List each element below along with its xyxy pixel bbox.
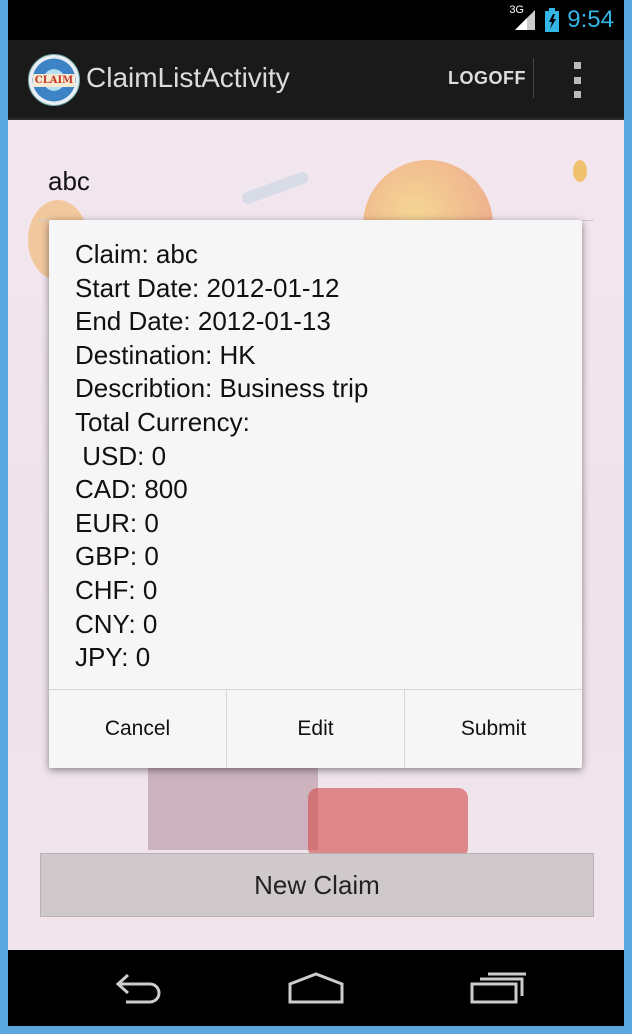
navigation-bar [8,950,624,1026]
dialog-line-destination: Destination: HK [75,339,256,370]
activity-title: ClaimListActivity [86,62,290,93]
action-bar-divider [533,58,534,98]
dialog-body: Claim: abc Start Date: 2012-01-12 End Da… [75,238,572,675]
background-balloon-tiny [573,160,587,182]
background-bus [308,788,468,858]
signal-icon [515,10,536,30]
edit-button[interactable]: Edit [227,690,405,768]
battery-icon [545,8,560,32]
background-plane [240,170,310,206]
dialog-line-jpy: JPY: 0 [75,642,151,673]
submit-button[interactable]: Submit [405,690,582,768]
clock: 9:54 [567,6,614,33]
dialog-line-cny: CNY: 0 [75,608,158,639]
home-icon[interactable] [276,968,356,1008]
dialog-line-start-date: Start Date: 2012-01-12 [75,272,340,303]
claim-list-item[interactable]: abc [48,166,90,197]
dialog-line-chf: CHF: 0 [75,574,158,605]
device-frame: 3G 9:54 CLAIM ClaimListActivity LOGOFF a… [8,0,624,1026]
overflow-menu-icon[interactable] [574,62,582,98]
background-shop [148,760,318,850]
dialog-line-gbp: GBP: 0 [75,541,159,572]
dialog-line-cad: CAD: 800 [75,474,188,505]
logoff-button[interactable]: LOGOFF [448,68,526,89]
app-logo-text: CLAIM [32,73,76,87]
dialog-line-description: Describtion: Business trip [75,373,369,404]
claim-detail-dialog: Claim: abc Start Date: 2012-01-12 End Da… [49,220,582,768]
new-claim-button[interactable]: New Claim [40,853,594,917]
status-bar: 3G 9:54 [8,0,624,40]
dialog-line-end-date: End Date: 2012-01-13 [75,306,331,337]
dialog-line-total-currency: Total Currency: [75,406,250,437]
cancel-button[interactable]: Cancel [49,690,227,768]
dialog-button-bar: Cancel Edit Submit [49,689,582,768]
recent-apps-icon[interactable] [458,968,538,1008]
dialog-line-eur: EUR: 0 [75,507,159,538]
action-bar: CLAIM ClaimListActivity LOGOFF [8,40,624,120]
dialog-line-claim: Claim: abc [75,239,198,269]
back-icon[interactable] [96,968,176,1008]
app-logo[interactable]: CLAIM [28,54,80,106]
dialog-line-usd: USD: 0 [75,440,167,471]
